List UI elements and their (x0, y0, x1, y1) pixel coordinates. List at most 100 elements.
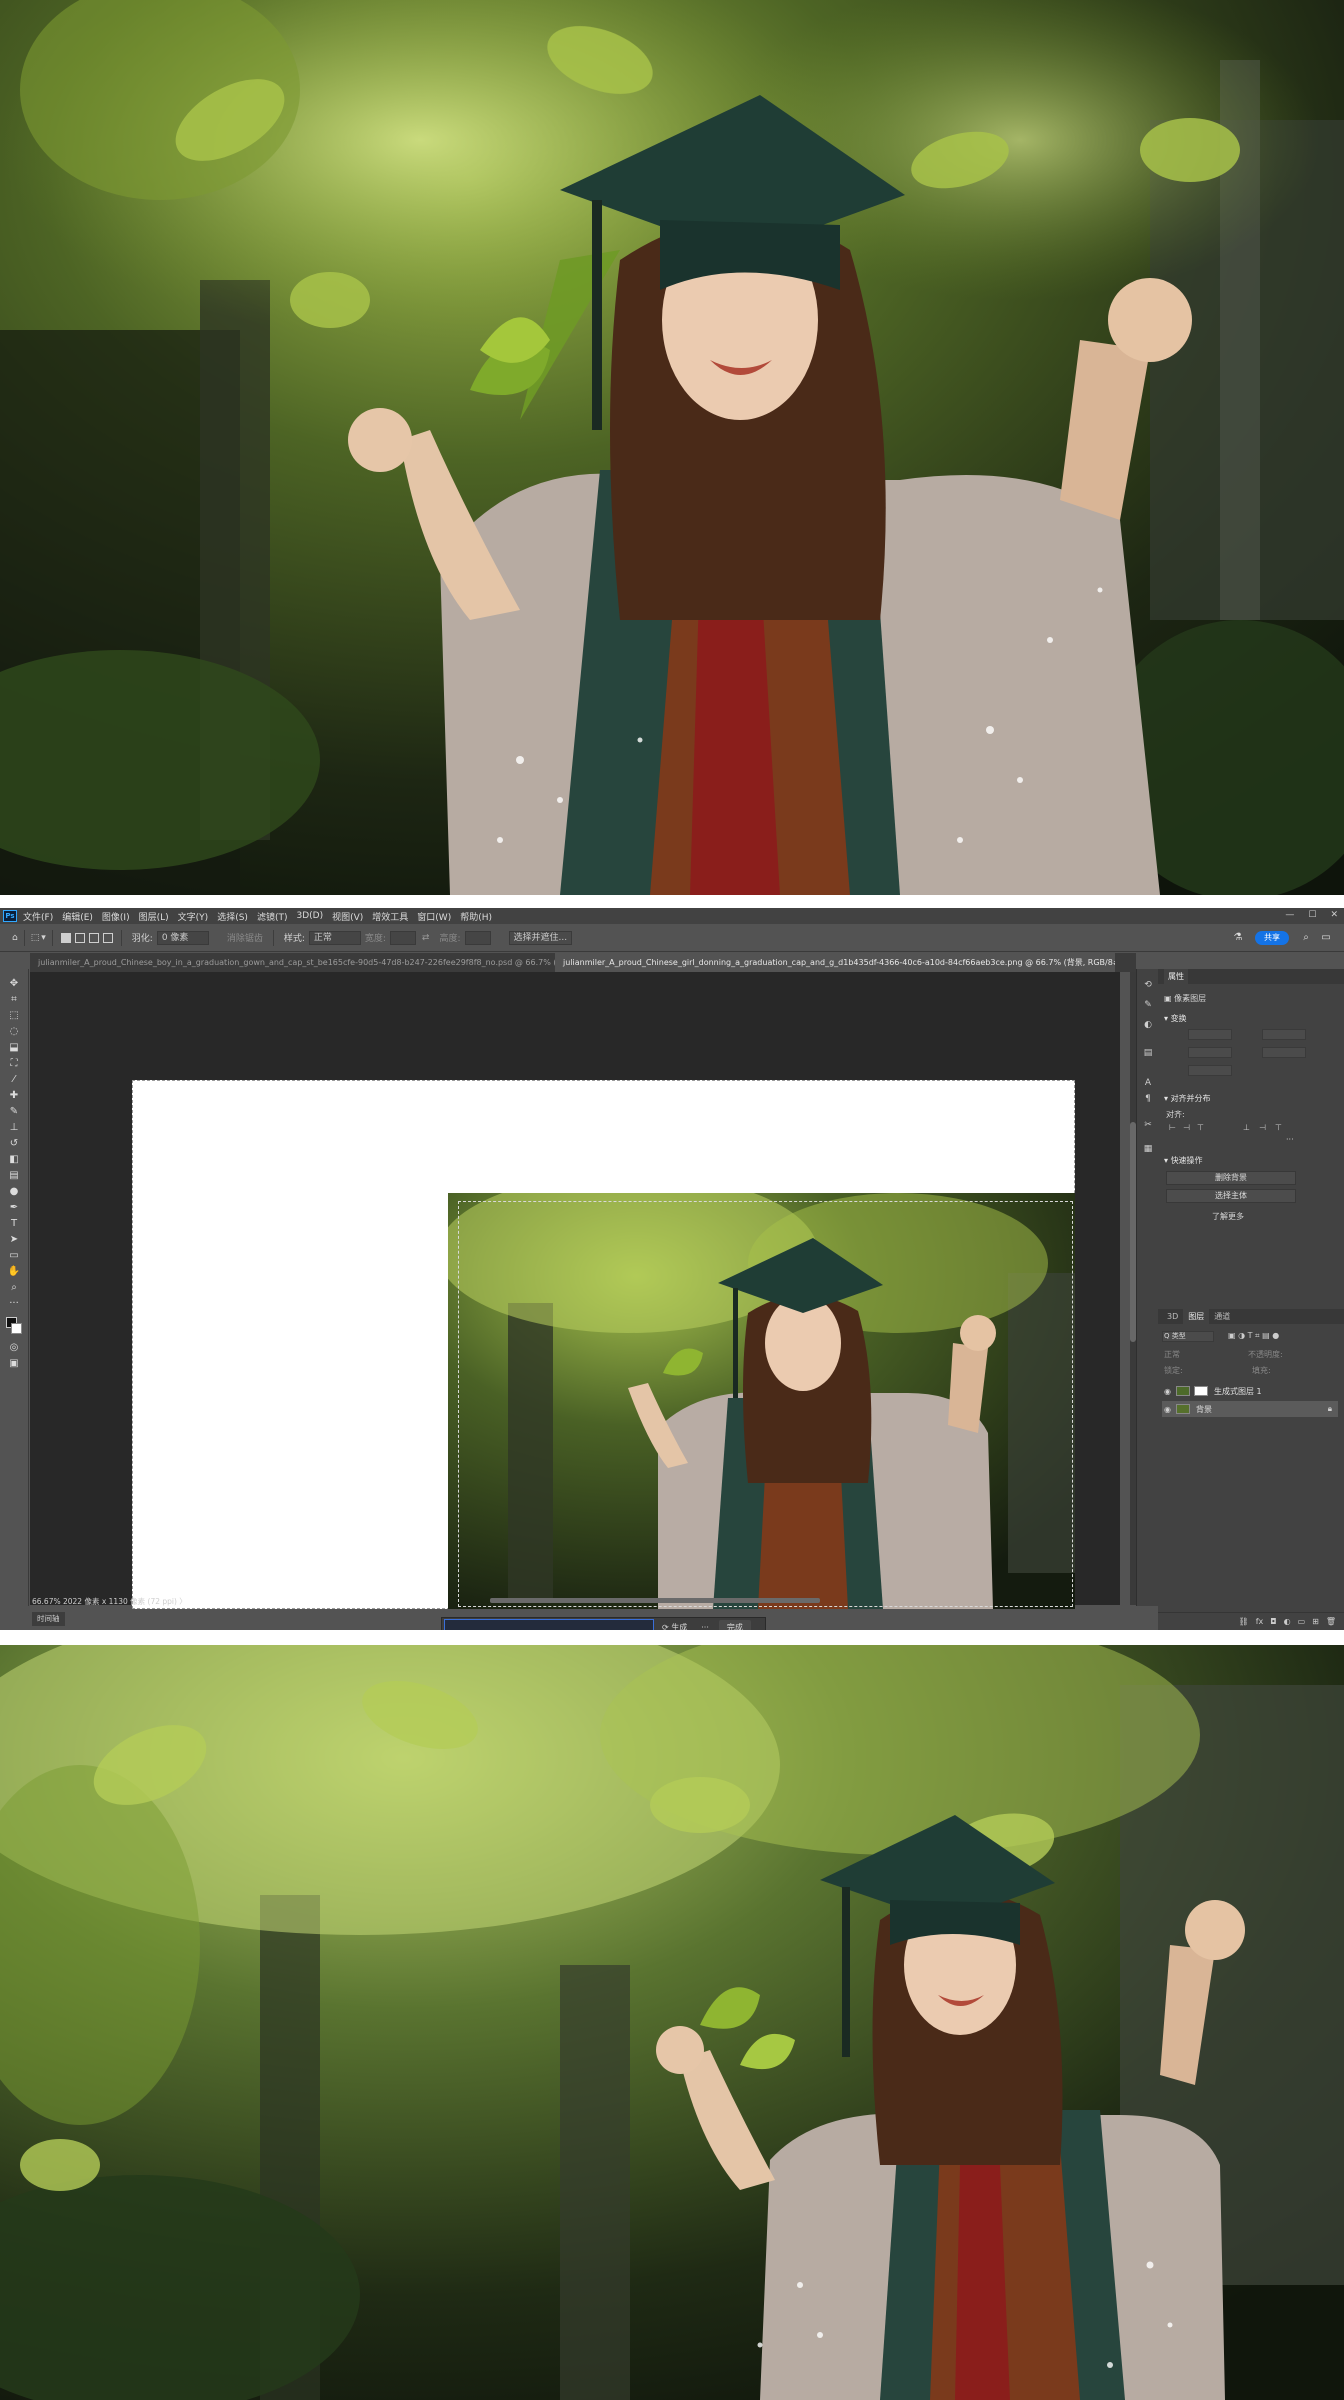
character-panel-icon[interactable]: A (1142, 1077, 1154, 1089)
move-tool-icon[interactable]: ✥ (7, 977, 21, 990)
layer-filter-icons[interactable]: ▣ ◑ T ⌗ ▤ ● (1228, 1331, 1279, 1341)
background-color-swatch[interactable] (11, 1323, 22, 1334)
tool-preset-chevron-icon[interactable]: ▾ (41, 933, 46, 943)
add-mask-icon[interactable]: ◘ (1270, 1617, 1276, 1626)
properties-tab[interactable]: 属性 (1158, 969, 1344, 984)
align-more-icon[interactable]: ··· (1286, 1135, 1294, 1144)
generative-prompt-input[interactable] (444, 1619, 654, 1630)
layer-row-background[interactable]: ◉ 背景 🔒︎ (1162, 1401, 1338, 1417)
align-middle-icon[interactable]: ⊣ (1258, 1123, 1267, 1132)
menu-3d[interactable]: 3D(D) (296, 911, 323, 921)
new-selection-icon[interactable] (60, 932, 71, 943)
width-field[interactable] (1188, 1029, 1232, 1040)
menu-filter[interactable]: 滤镜(T) (257, 910, 288, 923)
tab-document-boy[interactable]: julianmiler_A_proud_Chinese_boy_in_a_gra… (30, 953, 555, 972)
history-brush-icon[interactable]: ↺ (7, 1137, 21, 1150)
done-button[interactable]: 完成 (718, 1620, 751, 1630)
select-and-mask-button[interactable]: 选择并遮住... (508, 930, 573, 945)
share-button[interactable]: 共享 (1255, 931, 1289, 945)
quick-mask-icon[interactable]: ◎ (7, 1341, 21, 1354)
close-icon[interactable]: ✕ (1330, 910, 1338, 920)
y-field[interactable] (1262, 1047, 1306, 1058)
stamp-tool-icon[interactable]: ⊥ (7, 1121, 21, 1134)
quick-actions-section[interactable]: ▾ 快速操作 (1164, 1155, 1203, 1166)
flask-icon[interactable]: ⚗ (1232, 932, 1244, 944)
menu-help[interactable]: 帮助(H) (460, 910, 492, 923)
brush-settings-icon[interactable]: ✎ (1142, 999, 1154, 1011)
menu-view[interactable]: 视图(V) (332, 910, 363, 923)
visibility-eye-icon[interactable]: ◉ (1164, 1387, 1174, 1396)
menu-image[interactable]: 图像(I) (102, 910, 130, 923)
lasso-tool-icon[interactable]: ◌ (7, 1025, 21, 1038)
visibility-eye-icon[interactable]: ◉ (1164, 1405, 1174, 1414)
menu-edit[interactable]: 编辑(E) (62, 910, 93, 923)
select-subject-button[interactable]: 选择主体 (1166, 1189, 1296, 1203)
transform-section[interactable]: ▾ 变换 (1164, 1013, 1187, 1024)
swatches-icon[interactable]: ▦ (1142, 1143, 1154, 1155)
remove-background-button[interactable]: 删除背景 (1166, 1171, 1296, 1185)
height-input[interactable] (464, 930, 491, 945)
generate-button[interactable]: ⟳ 生成 (662, 1622, 687, 1630)
more-tools-icon[interactable]: ··· (7, 1297, 21, 1310)
adjustment-layer-icon[interactable]: ◐ (1284, 1617, 1291, 1626)
blend-mode-select[interactable]: 正常 (1164, 1349, 1180, 1360)
width-input[interactable] (389, 930, 416, 945)
path-select-tool-icon[interactable]: ➤ (7, 1233, 21, 1246)
gradient-tool-icon[interactable]: ▤ (7, 1169, 21, 1182)
new-group-icon[interactable]: ▭ (1298, 1617, 1306, 1626)
hand-tool-icon[interactable]: ✋ (7, 1265, 21, 1278)
healing-tool-icon[interactable]: ✚ (7, 1089, 21, 1102)
menu-type[interactable]: 文字(Y) (178, 910, 209, 923)
maximize-icon[interactable]: ☐ (1308, 910, 1316, 920)
menu-layer[interactable]: 图层(L) (139, 910, 169, 923)
align-center-icon[interactable]: ⊣ (1182, 1123, 1191, 1132)
swap-icon[interactable]: ⇄ (422, 933, 430, 943)
zoom-tool-icon[interactable]: ⌕ (7, 1281, 21, 1294)
search-icon[interactable]: ⌕ (1300, 932, 1312, 944)
history-panel-icon[interactable]: ⟲ (1142, 979, 1154, 991)
align-section[interactable]: ▾ 对齐并分布 (1164, 1093, 1211, 1104)
eraser-tool-icon[interactable]: ◧ (7, 1153, 21, 1166)
shape-tool-icon[interactable]: ▭ (7, 1249, 21, 1262)
minimize-icon[interactable]: — (1285, 910, 1294, 920)
align-top-icon[interactable]: ⊥ (1242, 1123, 1251, 1132)
tab-document-girl[interactable]: julianmiler_A_proud_Chinese_girl_donning… (555, 953, 1115, 972)
delete-layer-icon[interactable]: 🗑︎ (1326, 1617, 1336, 1626)
more-options-icon[interactable]: ··· (701, 1623, 709, 1630)
canvas-image[interactable] (448, 1193, 1075, 1609)
tab-channels[interactable]: 通道 (1209, 1309, 1235, 1324)
libraries-icon[interactable]: ▤ (1142, 1047, 1154, 1059)
add-selection-icon[interactable] (74, 932, 85, 943)
height-field[interactable] (1188, 1047, 1232, 1058)
lock-icon[interactable]: 🔒︎ (1328, 1404, 1332, 1414)
align-right-icon[interactable]: ⊤ (1196, 1123, 1205, 1132)
menu-window[interactable]: 窗口(W) (417, 910, 451, 923)
paragraph-panel-icon[interactable]: ¶ (1142, 1093, 1154, 1105)
x-field[interactable] (1262, 1029, 1306, 1040)
brush-tool-icon[interactable]: ✎ (7, 1105, 21, 1118)
artboard-tool-icon[interactable]: ⌗ (7, 993, 21, 1006)
screen-mode-icon[interactable]: ▣ (7, 1357, 21, 1370)
tool-presets-icon[interactable]: ✂ (1142, 1119, 1154, 1131)
tab-3d[interactable]: 3D (1162, 1309, 1183, 1324)
timeline-tab[interactable]: 时间轴 (32, 1612, 65, 1626)
workspace-icon[interactable]: ▭ (1320, 932, 1332, 944)
type-tool-icon[interactable]: T (7, 1217, 21, 1230)
dodge-tool-icon[interactable]: ● (7, 1185, 21, 1198)
angle-field[interactable] (1188, 1065, 1232, 1076)
object-select-tool-icon[interactable]: ⬓ (7, 1041, 21, 1054)
fx-icon[interactable]: fx (1256, 1617, 1264, 1626)
marquee-tool-icon[interactable]: ⬚ (7, 1009, 21, 1022)
antialias-checkbox[interactable]: 消除锯齿 (227, 931, 263, 944)
eyedropper-tool-icon[interactable]: ⁄ (7, 1073, 21, 1086)
align-bottom-icon[interactable]: ⊤ (1274, 1123, 1283, 1132)
learn-more-link[interactable]: 了解更多 (1212, 1211, 1244, 1222)
layer-row-generative[interactable]: ◉ 生成式图层 1 (1162, 1383, 1338, 1399)
menu-plugins[interactable]: 增效工具 (372, 910, 408, 923)
pen-tool-icon[interactable]: ✒ (7, 1201, 21, 1214)
document-canvas-area[interactable]: ⟳ 生成 ··· 完成 (30, 972, 1120, 1630)
tab-layers[interactable]: 图层 (1183, 1309, 1210, 1324)
menu-select[interactable]: 选择(S) (217, 910, 248, 923)
subtract-selection-icon[interactable] (88, 932, 99, 943)
new-layer-icon[interactable]: ⊞ (1312, 1617, 1319, 1626)
